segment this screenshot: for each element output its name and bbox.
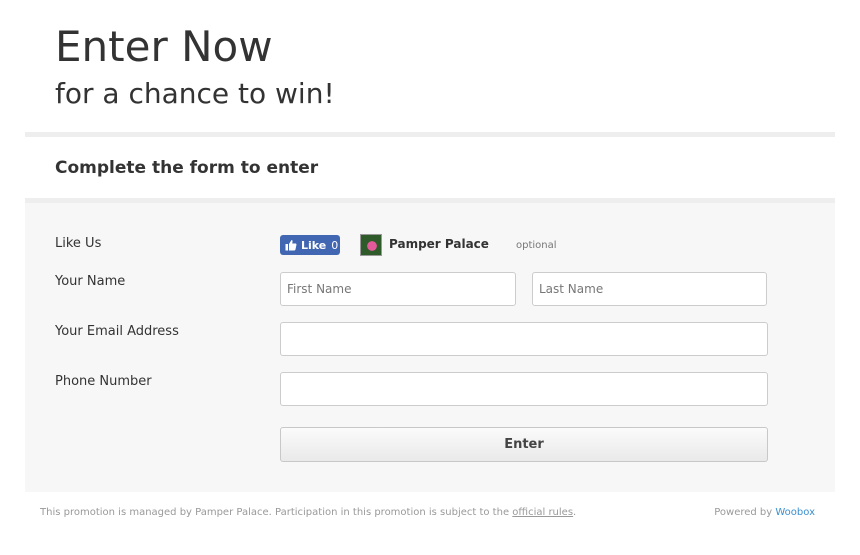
section-divider	[25, 132, 835, 137]
page-title: Enter Now	[55, 22, 273, 71]
hero-header: Enter Now for a chance to win!	[55, 22, 335, 112]
thumbs-up-icon	[285, 240, 297, 251]
facebook-page-name[interactable]: Pamper Palace	[389, 237, 489, 251]
last-name-input[interactable]	[532, 272, 767, 306]
entry-page: Enter Now for a chance to win! Complete …	[0, 0, 860, 555]
phone-label: Phone Number	[55, 374, 152, 389]
like-count: 0	[331, 238, 339, 252]
email-label: Your Email Address	[55, 324, 179, 339]
powered-by: Powered by Woobox	[714, 507, 815, 518]
woobox-link[interactable]: Woobox	[775, 507, 815, 518]
first-name-input[interactable]	[280, 272, 516, 306]
footer-notice-end: .	[573, 507, 577, 518]
enter-button[interactable]: Enter	[280, 427, 768, 462]
like-button-label: Like	[301, 238, 327, 252]
official-rules-link[interactable]: official rules	[512, 507, 573, 518]
facebook-like-button[interactable]: Like 0	[280, 235, 340, 255]
powered-by-text: Powered by	[714, 507, 773, 518]
email-input[interactable]	[280, 322, 768, 356]
footer-notice-text: This promotion is managed by Pamper Pala…	[40, 507, 510, 518]
form-heading: Complete the form to enter	[55, 158, 319, 178]
optional-note: optional	[516, 240, 557, 251]
footer-notice: This promotion is managed by Pamper Pala…	[40, 507, 576, 518]
your-name-label: Your Name	[55, 274, 126, 289]
page-subtitle: for a chance to win!	[55, 77, 335, 110]
like-us-label: Like Us	[55, 236, 102, 251]
phone-input[interactable]	[280, 372, 768, 406]
page-avatar[interactable]	[360, 234, 382, 256]
